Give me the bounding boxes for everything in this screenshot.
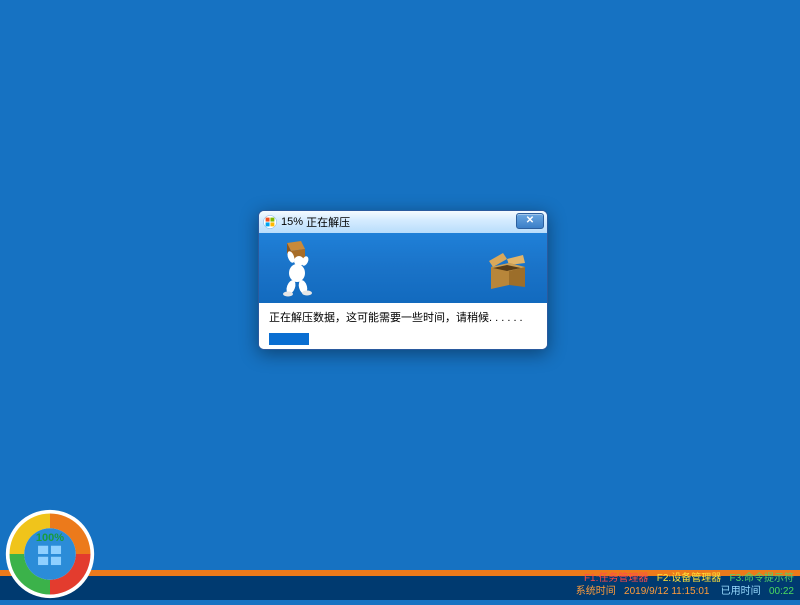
elapsed-value: 00:22 xyxy=(769,586,794,597)
f1-hint: F1:任务管理器 xyxy=(584,573,648,584)
progress-fill xyxy=(269,333,309,345)
close-button[interactable]: ✕ xyxy=(516,213,544,229)
progress-bar xyxy=(269,333,537,345)
carrier-figure-icon xyxy=(277,239,319,297)
badge-percent-text: 100% xyxy=(36,532,64,544)
extract-message: 正在解压数据，这可能需要一些时间，请稍候. . . . . . xyxy=(269,309,537,325)
system-time-value: 2019/9/12 11:15:01 xyxy=(624,586,709,597)
elapsed-label: 已用时间 xyxy=(721,586,761,597)
system-time-label: 系统时间 xyxy=(576,586,616,597)
open-box-icon xyxy=(483,251,529,291)
f2-hint: F2:设备管理器 xyxy=(657,573,721,584)
dialog-title-percent: 15% xyxy=(281,216,303,228)
windows-flag-icon xyxy=(263,215,277,229)
dialog-status-area: 正在解压数据，这可能需要一些时间，请稍候. . . . . . xyxy=(259,303,547,350)
close-icon: ✕ xyxy=(526,216,534,226)
extract-dialog: 15% 正在解压 ✕ xyxy=(258,210,548,350)
function-keys-line: F1:任务管理器 F2:设备管理器 F3:命令提示符 xyxy=(576,572,794,585)
f3-hint: F3:命令提示符 xyxy=(730,573,794,584)
time-line: 系统时间 2019/9/12 11:15:01 已用时间 00:22 xyxy=(576,585,794,598)
dialog-title-text: 正在解压 xyxy=(306,214,350,230)
dialog-illustration-area xyxy=(259,233,547,303)
status-text: F1:任务管理器 F2:设备管理器 F3:命令提示符 系统时间 2019/9/1… xyxy=(576,572,794,598)
dialog-titlebar: 15% 正在解压 ✕ xyxy=(259,211,547,233)
progress-badge: 100% xyxy=(4,508,96,600)
